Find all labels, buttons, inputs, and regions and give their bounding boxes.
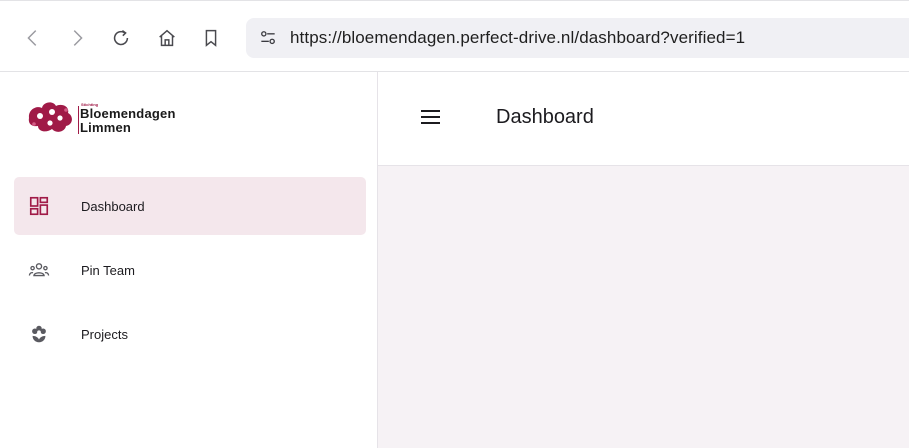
sidebar-item-label: Projects — [81, 326, 128, 342]
bookmark-icon — [205, 29, 217, 47]
browser-toolbar: https://bloemendagen.perfect-drive.nl/da… — [0, 0, 909, 72]
site-settings-icon[interactable] — [258, 28, 278, 48]
bookmark-button[interactable] — [200, 27, 222, 49]
url-text[interactable]: https://bloemendagen.perfect-drive.nl/da… — [290, 28, 745, 48]
sidebar-item-label: Pin Team — [81, 262, 135, 278]
team-icon — [28, 263, 50, 277]
sidebar-item-projects[interactable]: Projects — [14, 305, 366, 363]
chevron-right-icon — [73, 30, 83, 46]
forward-button[interactable] — [66, 27, 88, 49]
address-bar[interactable]: https://bloemendagen.perfect-drive.nl/da… — [246, 18, 909, 58]
flower-icon — [32, 325, 46, 343]
sidebar: Stichting Bloemendagen Limmen Dashboard … — [0, 72, 378, 448]
back-button[interactable] — [22, 27, 44, 49]
page-title: Dashboard — [496, 106, 594, 128]
sidebar-item-dashboard[interactable]: Dashboard — [14, 177, 366, 235]
reload-icon — [113, 30, 129, 46]
home-icon — [159, 29, 175, 47]
flower-logo-icon — [28, 102, 72, 132]
sidebar-item-label: Dashboard — [81, 198, 145, 214]
main-content — [378, 166, 909, 448]
hamburger-menu-icon[interactable] — [420, 108, 442, 126]
logo-divider — [78, 106, 79, 134]
sidebar-item-pin-team[interactable]: Pin Team — [14, 241, 366, 299]
reload-button[interactable] — [110, 27, 132, 49]
dashboard-icon — [29, 196, 49, 216]
app-header: Dashboard — [378, 72, 909, 166]
chevron-left-icon — [27, 30, 37, 46]
brand-name-line1: Bloemendagen — [80, 106, 176, 121]
home-button[interactable] — [156, 27, 178, 49]
brand-logo[interactable]: Stichting Bloemendagen Limmen — [26, 96, 236, 144]
brand-name-line2: Limmen — [80, 120, 132, 135]
